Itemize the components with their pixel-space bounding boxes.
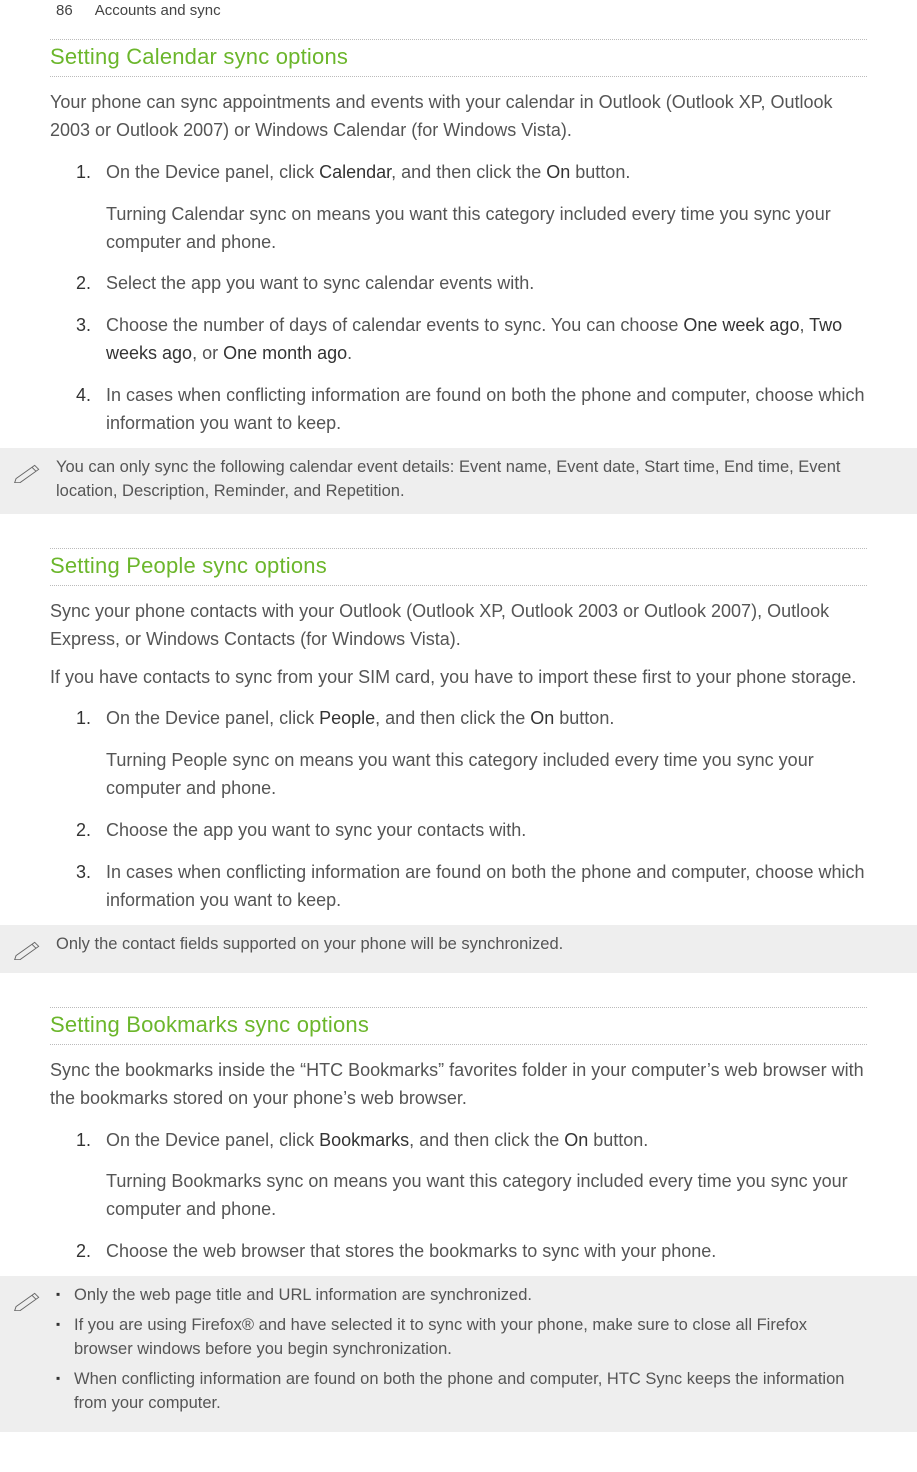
bold: One week ago [683,315,799,335]
step-text: Choose the number of days of calendar ev… [106,315,842,363]
step-item: 2. Choose the app you want to sync your … [106,813,867,855]
t: Choose the number of days of calendar ev… [106,315,683,335]
section-calendar: Setting Calendar sync options Your phone… [0,39,917,448]
step-text: Choose the web browser that stores the b… [106,1241,716,1261]
divider [50,39,867,40]
step-number: 1. [76,705,91,733]
t: , or [192,343,223,363]
step-text: In cases when conflicting information ar… [106,862,865,910]
t: button. [588,1130,648,1150]
steps-list: 1. On the Device panel, click Bookmarks,… [50,1123,867,1277]
page-header: 86 Accounts and sync [0,0,917,29]
step-item: 1. On the Device panel, click People, an… [106,701,867,813]
steps-list: 1. On the Device panel, click People, an… [50,701,867,924]
section-intro-text: Your phone can sync appointments and eve… [50,89,867,145]
step-text: Choose the app you want to sync your con… [106,820,526,840]
pencil-icon [10,935,46,963]
section-intro-text: Sync your phone contacts with your Outlo… [50,598,867,654]
step-number: 2. [76,270,91,298]
step-subtext: Turning Bookmarks sync on means you want… [106,1168,867,1224]
section-intro-text: If you have contacts to sync from your S… [50,664,867,692]
section-people: Setting People sync options Sync your ph… [0,548,917,925]
step-number: 3. [76,312,91,340]
step-number: 2. [76,1238,91,1266]
page-content: Setting Calendar sync options Your phone… [0,39,917,1472]
bold: On [564,1130,588,1150]
note-bullets: Only the web page title and URL informat… [56,1284,869,1422]
step-text: Select the app you want to sync calendar… [106,273,534,293]
note-bullet: If you are using Firefox® and have selec… [56,1314,869,1368]
note-box: Only the web page title and URL informat… [0,1276,917,1432]
section-title-bookmarks: Setting Bookmarks sync options [50,1010,867,1040]
section-intro-text: Sync the bookmarks inside the “HTC Bookm… [50,1057,867,1113]
step-number: 1. [76,1127,91,1155]
step-number: 4. [76,382,91,410]
t: On the Device panel, click [106,162,319,182]
chapter-title: Accounts and sync [95,2,221,19]
note-bullet: Only the web page title and URL informat… [56,1284,869,1314]
t: . [347,343,352,363]
steps-list: 1. On the Device panel, click Calendar, … [50,155,867,448]
step-item: 1. On the Device panel, click Calendar, … [106,155,867,267]
note-box: Only the contact fields supported on you… [0,925,917,973]
bold: On [530,708,554,728]
step-text: On the Device panel, click Calendar, and… [106,162,630,182]
t: , and then click the [375,708,530,728]
step-item: 2. Choose the web browser that stores th… [106,1234,867,1276]
divider [50,1044,867,1045]
step-item: 3. In cases when conflicting information… [106,855,867,925]
divider [50,1007,867,1008]
step-text: On the Device panel, click People, and t… [106,708,614,728]
note-text: You can only sync the following calendar… [56,456,869,504]
bold: People [319,708,375,728]
pencil-icon [10,458,46,486]
step-item: 2. Select the app you want to sync calen… [106,266,867,308]
pencil-icon [10,1286,46,1314]
step-item: 1. On the Device panel, click Bookmarks,… [106,1123,867,1235]
section-bookmarks: Setting Bookmarks sync options Sync the … [0,1007,917,1276]
t: button. [570,162,630,182]
t: On the Device panel, click [106,708,319,728]
step-item: 3. Choose the number of days of calendar… [106,308,867,378]
step-number: 1. [76,159,91,187]
bold: On [546,162,570,182]
bold: One month ago [223,343,347,363]
section-title-people: Setting People sync options [50,551,867,581]
document-page: 86 Accounts and sync Setting Calendar sy… [0,0,917,1472]
bold: Calendar [319,162,391,182]
t: , [799,315,809,335]
step-subtext: Turning People sync on means you want th… [106,747,867,803]
spacer [0,973,917,997]
page-number: 86 [56,2,73,19]
step-item: 4. In cases when conflicting information… [106,378,867,448]
spacer [0,514,917,538]
t: , and then click the [391,162,546,182]
t: On the Device panel, click [106,1130,319,1150]
bold: Bookmarks [319,1130,409,1150]
t: , and then click the [409,1130,564,1150]
step-subtext: Turning Calendar sync on means you want … [106,201,867,257]
step-text: On the Device panel, click Bookmarks, an… [106,1130,648,1150]
t: button. [554,708,614,728]
divider [50,548,867,549]
divider [50,585,867,586]
step-text: In cases when conflicting information ar… [106,385,865,433]
note-box: You can only sync the following calendar… [0,448,917,514]
step-number: 2. [76,817,91,845]
divider [50,76,867,77]
section-title-calendar: Setting Calendar sync options [50,42,867,72]
step-number: 3. [76,859,91,887]
note-text: Only the contact fields supported on you… [56,933,563,957]
